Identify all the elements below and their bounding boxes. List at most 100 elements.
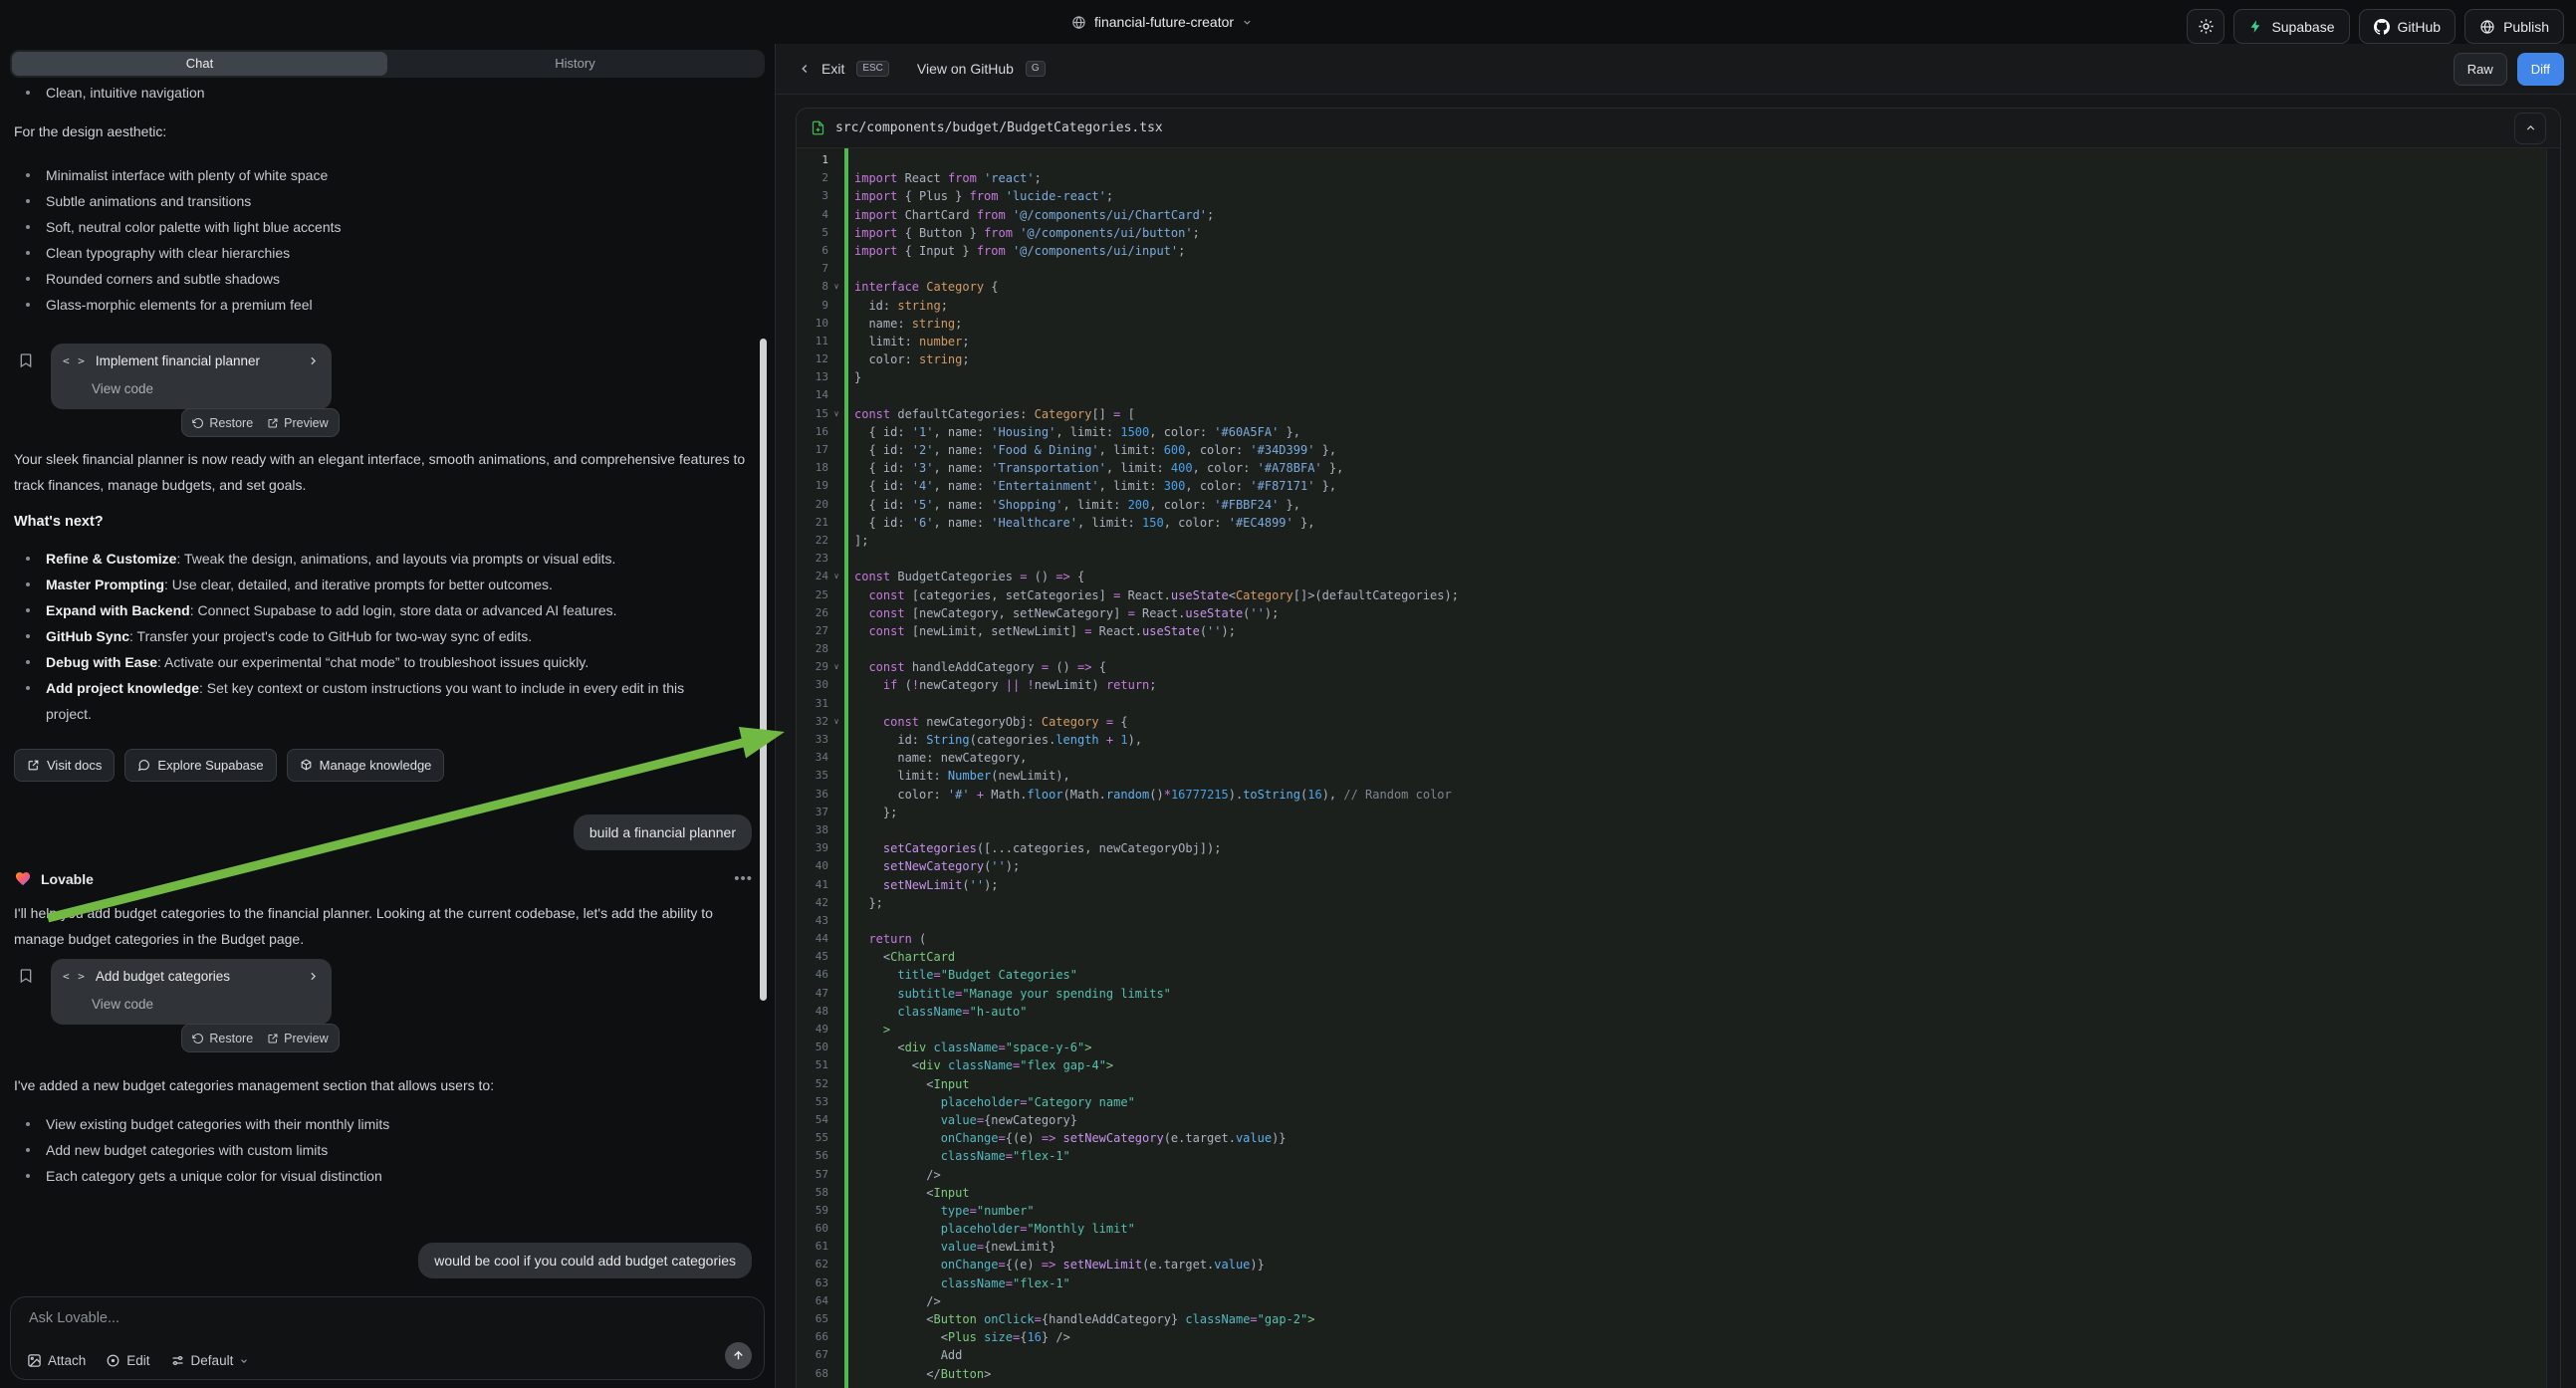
line-number: 51 <box>797 1056 828 1074</box>
code-body[interactable]: 12import React from 'react';3import { Pl… <box>797 148 2560 1388</box>
code-text: const defaultCategories: Category[] = [ <box>844 405 1135 423</box>
code-text <box>844 912 854 930</box>
fold-spacer <box>828 948 844 966</box>
bookmark-icon[interactable] <box>18 350 34 370</box>
code-text: id: string; <box>844 297 948 315</box>
list-item: Glass-morphic elements for a premium fee… <box>0 292 342 318</box>
assistant-header: Lovable ••• <box>14 870 753 887</box>
line-number: 20 <box>797 496 828 514</box>
diff-button[interactable]: Diff <box>2517 53 2564 86</box>
code-line: 59 type="number" <box>797 1202 2547 1220</box>
collapse-file-button[interactable] <box>2514 113 2546 144</box>
list-item-text: Refine & Customize: Tweak the design, an… <box>46 551 615 567</box>
list-item-text: GitHub Sync: Transfer your project's cod… <box>46 628 532 644</box>
code-line: 36 color: '#' + Math.floor(Math.random()… <box>797 786 2547 804</box>
topbar-actions: Supabase GitHub Publish <box>2187 9 2564 44</box>
bullet-dot <box>26 303 30 307</box>
line-number: 66 <box>797 1328 828 1346</box>
code-line: 61 value={newLimit} <box>797 1238 2547 1256</box>
line-number: 10 <box>797 315 828 333</box>
code-text: onChange={(e) => setNewCategory(e.target… <box>844 1129 1287 1147</box>
line-number: 9 <box>797 297 828 315</box>
chat-history-tabs: Chat History <box>10 50 765 78</box>
version-card-header[interactable]: < > Add budget categories <box>63 969 320 984</box>
bookmark-icon[interactable] <box>18 966 34 986</box>
model-selector[interactable]: Default <box>170 1353 250 1368</box>
version-card-header[interactable]: < > Implement financial planner <box>63 353 320 368</box>
visit-docs-button[interactable]: Visit docs <box>14 749 115 782</box>
fold-spacer <box>828 676 844 694</box>
file-header[interactable]: src/components/budget/BudgetCategories.t… <box>797 109 2560 148</box>
send-button[interactable] <box>725 1342 752 1369</box>
message-options-button[interactable]: ••• <box>734 870 753 887</box>
raw-button[interactable]: Raw <box>2454 53 2507 86</box>
attach-image-icon <box>27 1353 42 1368</box>
g-shortcut-badge: G <box>1026 61 1046 77</box>
attach-button[interactable]: Attach <box>27 1353 86 1368</box>
code-line: 25 const [categories, setCategories] = R… <box>797 586 2547 604</box>
code-line: 19 { id: '4', name: 'Entertainment', lim… <box>797 477 2547 495</box>
list-item: Subtle animations and transitions <box>0 188 342 214</box>
fold-spacer <box>828 985 844 1003</box>
chat-scrollbar[interactable] <box>760 339 767 1001</box>
edit-mode-button[interactable]: Edit <box>106 1353 149 1368</box>
code-text: name: string; <box>844 315 962 333</box>
version-card-add-budget-categories[interactable]: < > Add budget categories View code <box>51 959 332 1025</box>
supabase-button[interactable]: Supabase <box>2233 9 2349 44</box>
code-text: value={newCategory} <box>844 1111 1077 1129</box>
preview-button[interactable]: Preview <box>267 1032 328 1045</box>
code-text: limit: Number(newLimit), <box>844 767 1070 785</box>
line-number: 28 <box>797 640 828 658</box>
design-heading: For the design aesthetic: <box>14 118 753 144</box>
fold-spacer <box>828 169 844 187</box>
project-name: financial-future-creator <box>1094 14 1234 30</box>
fold-chevron-icon[interactable]: ∨ <box>828 278 844 296</box>
fold-spacer <box>828 857 844 875</box>
settings-button[interactable] <box>2187 9 2225 44</box>
fold-spacer <box>828 930 844 948</box>
sliders-icon <box>170 1353 185 1368</box>
manage-knowledge-button[interactable]: Manage knowledge <box>287 749 445 782</box>
arrow-up-icon <box>732 1349 745 1362</box>
view-code-link[interactable]: View code <box>92 381 153 396</box>
view-code-link[interactable]: View code <box>92 997 153 1012</box>
code-line: 64 /> <box>797 1292 2547 1310</box>
line-number: 33 <box>797 731 828 749</box>
code-text: return ( <box>844 930 926 948</box>
fold-spacer <box>828 1202 844 1220</box>
explore-supabase-button[interactable]: Explore Supabase <box>124 749 276 782</box>
preview-button[interactable]: Preview <box>267 416 328 430</box>
code-scrollbar[interactable] <box>2546 148 2560 1388</box>
restore-button[interactable]: Restore <box>192 416 253 430</box>
tab-history[interactable]: History <box>387 52 763 76</box>
code-line: 24∨const BudgetCategories = () => { <box>797 568 2547 585</box>
bullet-dot <box>26 660 30 664</box>
chat-input[interactable] <box>27 1309 628 1327</box>
line-number: 67 <box>797 1346 828 1364</box>
list-item: Add new budget categories with custom li… <box>0 1137 389 1163</box>
version-card-implement-financial-planner[interactable]: < > Implement financial planner View cod… <box>51 344 332 409</box>
fold-spacer <box>828 260 844 278</box>
fold-chevron-icon[interactable]: ∨ <box>828 568 844 585</box>
exit-button[interactable]: Exit <box>821 61 844 77</box>
code-line: 53 placeholder="Category name" <box>797 1093 2547 1111</box>
publish-button[interactable]: Publish <box>2464 9 2564 44</box>
chevron-right-icon <box>307 354 320 367</box>
github-button[interactable]: GitHub <box>2359 9 2457 44</box>
line-number: 62 <box>797 1256 828 1273</box>
fold-chevron-icon[interactable]: ∨ <box>828 713 844 731</box>
list-item-text: Each category gets a unique color for vi… <box>46 1168 382 1184</box>
code-text <box>844 695 854 713</box>
fold-chevron-icon[interactable]: ∨ <box>828 405 844 423</box>
line-number: 14 <box>797 386 828 404</box>
project-switcher[interactable]: financial-future-creator <box>1071 0 1253 44</box>
fold-chevron-icon[interactable]: ∨ <box>828 658 844 676</box>
view-on-github-link[interactable]: View on GitHub <box>917 61 1014 77</box>
list-item-text: Clean, intuitive navigation <box>46 85 205 101</box>
fold-spacer <box>828 821 844 839</box>
code-text: import { Plus } from 'lucide-react'; <box>844 187 1113 205</box>
tab-chat[interactable]: Chat <box>12 52 387 76</box>
code-line: 68 </Button> <box>797 1365 2547 1383</box>
restore-button[interactable]: Restore <box>192 1032 253 1045</box>
list-item: GitHub Sync: Transfer your project's cod… <box>0 623 753 649</box>
